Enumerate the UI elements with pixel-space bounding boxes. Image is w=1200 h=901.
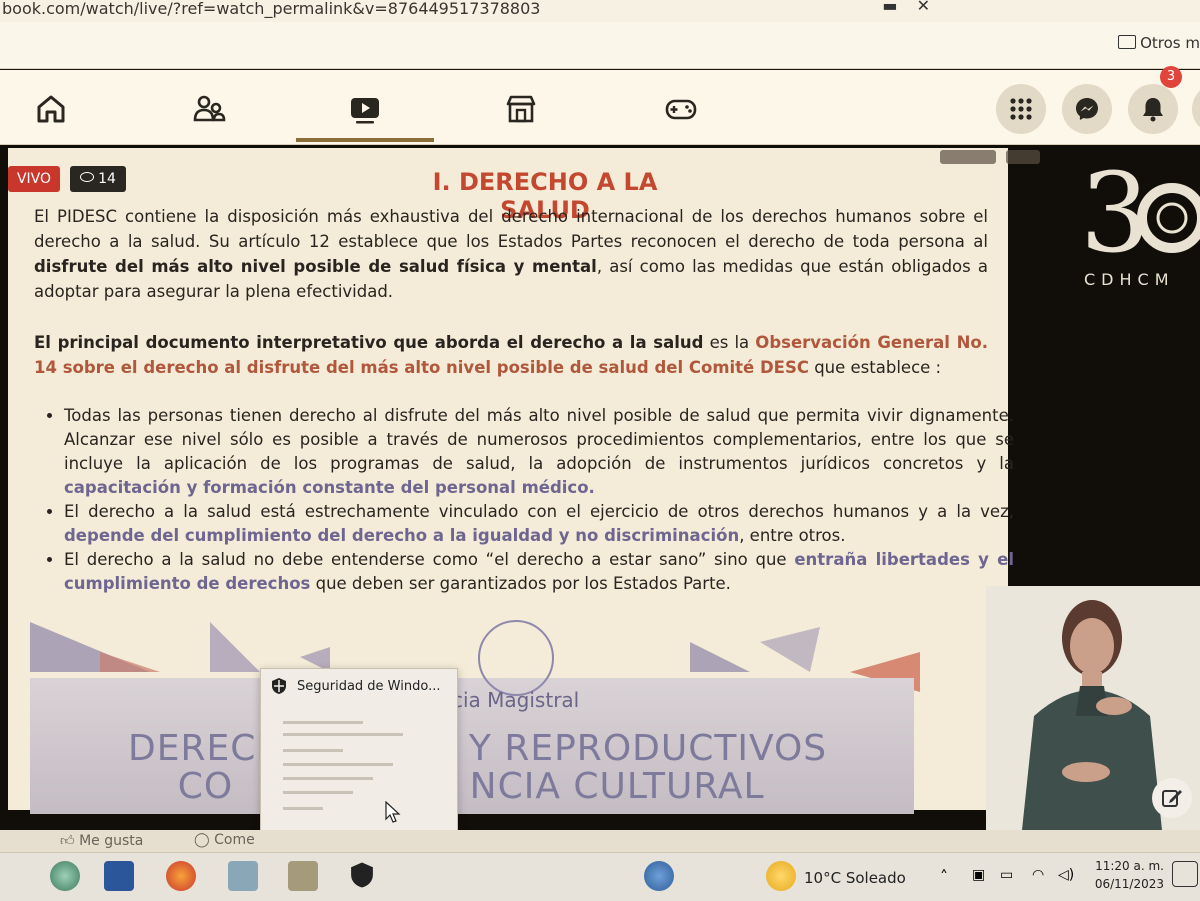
bullet-item: El derecho a la salud no debe entenderse… xyxy=(64,548,1014,596)
restore-icon[interactable]: ▬ xyxy=(882,0,897,15)
active-tab-indicator xyxy=(296,138,434,142)
live-status-badge: VIVO xyxy=(8,166,60,192)
address-bar[interactable]: book.com/watch/live/?ref=watch_permalink… xyxy=(0,0,1200,22)
popup-content-line xyxy=(283,721,363,724)
slide-paragraph-2: El principal documento interpretativo qu… xyxy=(34,333,988,377)
sun-weather-icon xyxy=(766,861,796,891)
bookmark-folder-otros[interactable]: Otros m xyxy=(1118,34,1200,52)
weather-text[interactable]: 10°C Soleado xyxy=(804,869,906,887)
video-control-pill-2[interactable] xyxy=(1006,150,1040,164)
wifi-icon[interactable]: ◠ xyxy=(1032,867,1044,883)
home-icon[interactable] xyxy=(34,92,68,126)
camera-icon[interactable]: ▣ xyxy=(972,867,985,883)
folder-icon xyxy=(1118,35,1137,49)
logo-caption: CDHCM xyxy=(1084,270,1175,289)
app-window-icon[interactable] xyxy=(228,861,258,891)
url-text: book.com/watch/live/?ref=watch_permalink… xyxy=(2,0,541,18)
windows-security-taskbar-icon[interactable] xyxy=(348,861,378,891)
system-clock[interactable]: 11:20 a. m. 06/11/2023 xyxy=(1090,857,1164,893)
marketplace-icon[interactable] xyxy=(504,92,538,126)
notification-center-icon[interactable] xyxy=(1172,861,1198,887)
popup-title: Seguridad de Windo... xyxy=(297,679,441,694)
grid-menu-icon xyxy=(1010,98,1032,120)
comment-button[interactable]: ◯ Come xyxy=(194,832,255,848)
friends-icon[interactable] xyxy=(192,92,226,126)
eye-icon xyxy=(80,172,95,182)
cdhcm-30-logo: 3 xyxy=(1080,156,1200,266)
thumbs-up-icon: 👍︎ xyxy=(60,833,75,849)
popup-content-line xyxy=(283,807,323,810)
file-explorer-icon[interactable] xyxy=(288,861,318,891)
popup-content-line xyxy=(283,791,353,794)
popup-content-line xyxy=(283,749,343,752)
windows-taskbar: 10°C Soleado ˄ ▣ ▭ ◠ ◁) 11:20 a. m. 06/1… xyxy=(0,852,1200,901)
account-button[interactable] xyxy=(1192,84,1200,134)
banner-subtitle: cia Magistral xyxy=(452,688,580,712)
window-controls: ▬ ✕ xyxy=(882,0,930,15)
shield-icon xyxy=(272,678,286,694)
facebook-top-nav xyxy=(0,70,1200,145)
bookmarks-bar: Otros m xyxy=(0,22,1200,69)
edge-browser-icon[interactable] xyxy=(50,861,80,891)
network-icon[interactable]: ▭ xyxy=(1000,867,1013,883)
chevron-up-icon[interactable]: ˄ xyxy=(940,867,948,886)
messenger-button[interactable] xyxy=(1062,84,1112,134)
comment-icon: ◯ xyxy=(194,832,210,848)
menu-button[interactable] xyxy=(996,84,1046,134)
volume-icon[interactable]: ◁) xyxy=(1058,867,1074,883)
slide-bullet-list: Todas las personas tienen derecho al dis… xyxy=(40,404,1014,596)
popup-content-line xyxy=(283,763,393,766)
notifications-button[interactable] xyxy=(1128,84,1178,134)
mouse-cursor-icon xyxy=(385,801,401,823)
close-icon[interactable]: ✕ xyxy=(917,0,930,15)
bell-icon xyxy=(1143,98,1163,122)
institution-seal xyxy=(478,620,554,696)
popup-content-line xyxy=(283,777,373,780)
banner-title: DERECH ES Y REPRODUCTIVOS CO NCIA CULTUR… xyxy=(128,728,828,807)
bullet-item: El derecho a la salud está estrechamente… xyxy=(64,500,1014,548)
notification-count-badge: 3 xyxy=(1160,66,1182,88)
help-icon[interactable] xyxy=(644,861,674,891)
popup-content-line xyxy=(283,733,403,736)
compose-button[interactable] xyxy=(1152,778,1192,818)
watch-video-icon[interactable] xyxy=(348,92,382,126)
messenger-icon xyxy=(1076,98,1098,120)
pencil-edit-icon xyxy=(1162,790,1182,807)
bullet-item: Todas las personas tienen derecho al dis… xyxy=(64,404,1014,500)
viewer-count: 14 xyxy=(70,166,126,192)
word-app-icon[interactable] xyxy=(104,861,134,891)
like-button[interactable]: 👍︎ Me gusta xyxy=(60,832,143,849)
video-control-pill[interactable] xyxy=(940,150,996,164)
slide-paragraph-1: El PIDESC contiene la disposición más ex… xyxy=(34,207,988,301)
post-actions-bar: 👍︎ Me gusta ◯ Come xyxy=(0,830,1200,854)
gaming-icon[interactable] xyxy=(664,92,698,126)
firefox-icon[interactable] xyxy=(166,861,196,891)
